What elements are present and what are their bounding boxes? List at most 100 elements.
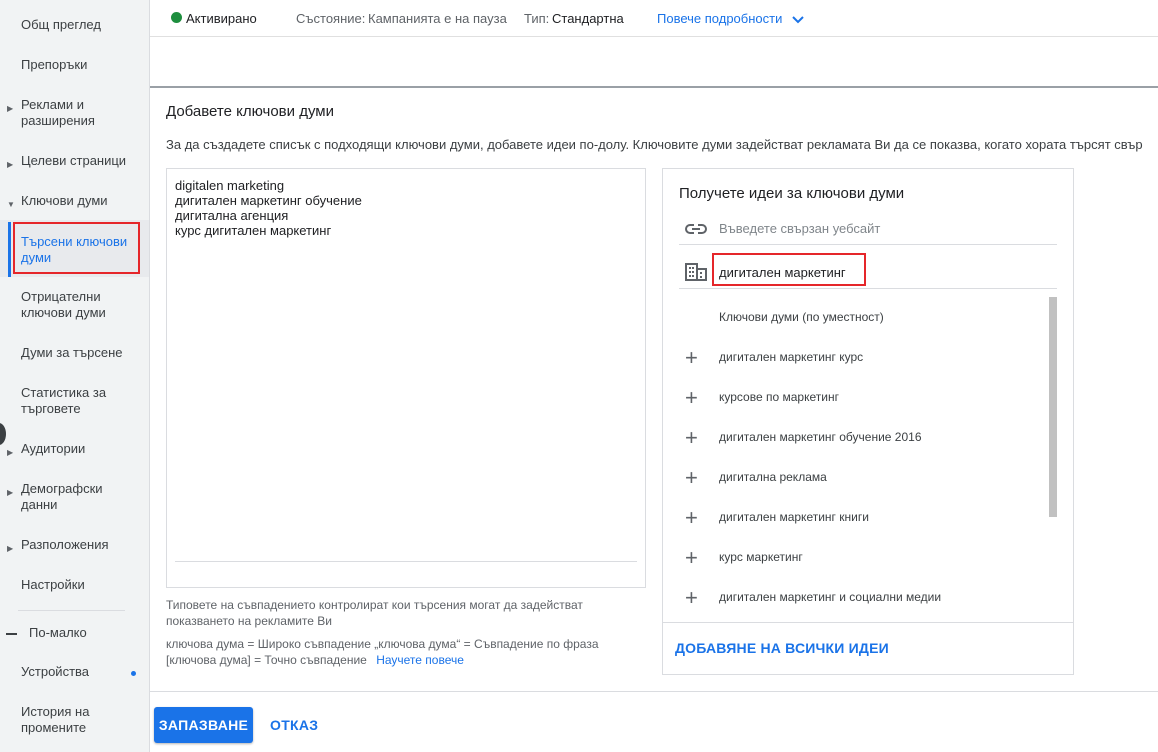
- idea-text: дигитална реклама: [719, 470, 827, 484]
- sidebar-item-placements[interactable]: ▶ Разположения: [0, 537, 149, 555]
- sidebar-item-auction-insights[interactable]: Статистика за търговете: [0, 385, 149, 419]
- add-icon: +: [685, 585, 698, 610]
- keywords-textarea[interactable]: digitalen marketing дигитален маркетинг …: [166, 168, 646, 588]
- add-icon: +: [685, 545, 698, 570]
- sidebar-item-label: Статистика за търговете: [21, 385, 107, 416]
- more-details-label: Повече подробности: [657, 11, 783, 26]
- idea-row[interactable]: + дигитален маркетинг и социални медии: [679, 586, 1039, 610]
- footer-divider: [150, 691, 1158, 692]
- sidebar-item-devices[interactable]: Устройства: [0, 664, 149, 682]
- campaign-status-bar: Активирано Състояние: Кампанията е на па…: [150, 0, 1158, 88]
- sidebar-item-keywords[interactable]: ▼ Ключови думи: [0, 193, 149, 211]
- save-button[interactable]: ЗАПАЗВАНЕ: [154, 707, 253, 743]
- highlight-box: [712, 253, 866, 286]
- chevron-down-icon: ▼: [7, 200, 15, 209]
- chevron-right-icon: ▶: [7, 544, 14, 553]
- idea-text: дигитален маркетинг обучение 2016: [719, 430, 922, 444]
- sidebar-item-label: Разположения: [21, 537, 109, 552]
- ideas-divider: [663, 622, 1073, 623]
- learn-more-link[interactable]: Научете повече: [376, 653, 464, 667]
- keyword-line: курс дигитален маркетинг: [175, 223, 332, 238]
- match-legend-line: ключова дума = Широко съвпадение „ключов…: [166, 637, 599, 651]
- keyword-line: дигитален маркетинг обучение: [175, 193, 362, 208]
- sidebar-item-landing-pages[interactable]: ▶ Целеви страници: [0, 153, 149, 171]
- more-details-link[interactable]: Повече подробности: [657, 11, 804, 27]
- website-placeholder: Въведете свързан уебсайт: [719, 221, 881, 236]
- chevron-right-icon: ▶: [7, 448, 14, 457]
- match-type-legend: ключова дума = Широко съвпадение „ключов…: [166, 636, 599, 668]
- idea-text: дигитален маркетинг книги: [719, 510, 869, 524]
- sidebar-divider: [18, 610, 125, 611]
- match-type-help: Типовете на съвпадението контролират кои…: [166, 598, 583, 628]
- type-label: Тип:: [524, 11, 550, 26]
- sidebar-item-label: История на промените: [21, 704, 90, 735]
- add-icon: +: [685, 385, 698, 410]
- sidebar-item-label: Демографски данни: [21, 481, 103, 512]
- add-icon: +: [685, 425, 698, 450]
- keyword-ideas-panel: Получете идеи за ключови думи Въведете с…: [662, 168, 1074, 675]
- ideas-scrollbar-thumb[interactable]: [1049, 297, 1057, 517]
- sidebar-item-overview[interactable]: Общ преглед: [0, 17, 149, 35]
- sidebar-item-settings[interactable]: Настройки: [0, 577, 149, 595]
- chevron-right-icon: ▶: [7, 488, 14, 497]
- sidebar-item-show-less[interactable]: По-малко: [0, 625, 149, 643]
- website-input[interactable]: Въведете свързан уебсайт: [679, 217, 1057, 245]
- sidebar-item-ads-extensions[interactable]: ▶ Реклами и разширения: [0, 97, 149, 131]
- sidebar-nav: Общ преглед Препоръки ▶ Реклами и разшир…: [0, 0, 150, 752]
- chevron-right-icon: ▶: [7, 160, 14, 169]
- notification-dot: [131, 671, 136, 676]
- sidebar-item-label: Устройства: [21, 664, 90, 679]
- keyword-line: digitalen marketing: [175, 178, 285, 193]
- sidebar-item-label: Реклами и разширения: [21, 97, 95, 128]
- sidebar-item-search-terms[interactable]: Думи за търсене: [0, 345, 149, 363]
- cancel-button[interactable]: ОТКАЗ: [270, 717, 318, 733]
- chevron-down-icon: [792, 15, 804, 23]
- ideas-column-header: Ключови думи (по уместност): [719, 310, 884, 324]
- sidebar-item-label: Настройки: [21, 577, 85, 592]
- page-description: За да създадете списък с подходящи ключо…: [166, 137, 1143, 152]
- idea-row[interactable]: + дигитален маркетинг книги: [679, 506, 1039, 530]
- sidebar-item-label: По-малко: [29, 625, 87, 640]
- idea-row[interactable]: + курсове по маркетинг: [679, 386, 1039, 410]
- status-dot-icon: [171, 12, 182, 23]
- sidebar-item-label: Препоръки: [21, 57, 88, 72]
- sidebar-item-label: Аудитории: [21, 441, 86, 456]
- sidebar-item-label: Ключови думи: [21, 193, 108, 208]
- type-value: Стандартна: [552, 11, 624, 26]
- sidebar-item-change-history[interactable]: История на промените: [0, 704, 149, 738]
- building-icon: [685, 263, 707, 281]
- sidebar-item-label: Общ преглед: [21, 17, 101, 32]
- ideas-title: Получете идеи за ключови думи: [679, 185, 905, 202]
- keyword-line: дигитална агенция: [175, 208, 289, 223]
- add-all-ideas-button[interactable]: ДОБАВЯНЕ НА ВСИЧКИ ИДЕИ: [675, 640, 889, 656]
- add-icon: +: [685, 345, 698, 370]
- status-strip: Активирано Състояние: Кампанията е на па…: [150, 0, 1158, 37]
- state-value: Кампанията е на пауза: [368, 11, 507, 26]
- idea-text: дигитален маркетинг и социални медии: [719, 590, 942, 604]
- add-icon: +: [685, 465, 698, 490]
- idea-row[interactable]: + дигитален маркетинг обучение 2016: [679, 426, 1039, 450]
- sidebar-item-label: Отрицателни ключови думи: [21, 289, 106, 320]
- sidebar-item-label: Думи за търсене: [21, 345, 123, 360]
- idea-row[interactable]: + дигитална реклама: [679, 466, 1039, 490]
- highlight-box: [13, 222, 140, 274]
- add-icon: +: [685, 505, 698, 530]
- idea-text: курс маркетинг: [719, 550, 803, 564]
- chevron-right-icon: ▶: [7, 104, 14, 113]
- textarea-underline: [175, 561, 637, 562]
- idea-row[interactable]: + курс маркетинг: [679, 546, 1039, 570]
- match-legend-line2: [ключова дума] = Точно съвпадение Научет…: [166, 652, 599, 668]
- sidebar-item-audiences[interactable]: ▶ Аудитории: [0, 441, 149, 459]
- sidebar-item-negative-keywords[interactable]: Отрицателни ключови думи: [0, 289, 149, 323]
- idea-row[interactable]: + дигитален маркетинг курс: [679, 346, 1039, 370]
- sidebar-item-demographics[interactable]: ▶ Демографски данни: [0, 481, 149, 515]
- sidebar-item-recommendations[interactable]: Препоръки: [0, 57, 149, 75]
- sidebar-item-label: Целеви страници: [21, 153, 127, 168]
- page-title: Добавете ключови думи: [166, 103, 334, 120]
- active-indicator: [8, 222, 11, 277]
- idea-text: дигитален маркетинг курс: [719, 350, 864, 364]
- state-label: Състояние:: [296, 11, 366, 26]
- link-icon: [685, 224, 707, 234]
- status-text: Активирано: [186, 11, 257, 26]
- exact-match-text: [ключова дума] = Точно съвпадение: [166, 653, 367, 667]
